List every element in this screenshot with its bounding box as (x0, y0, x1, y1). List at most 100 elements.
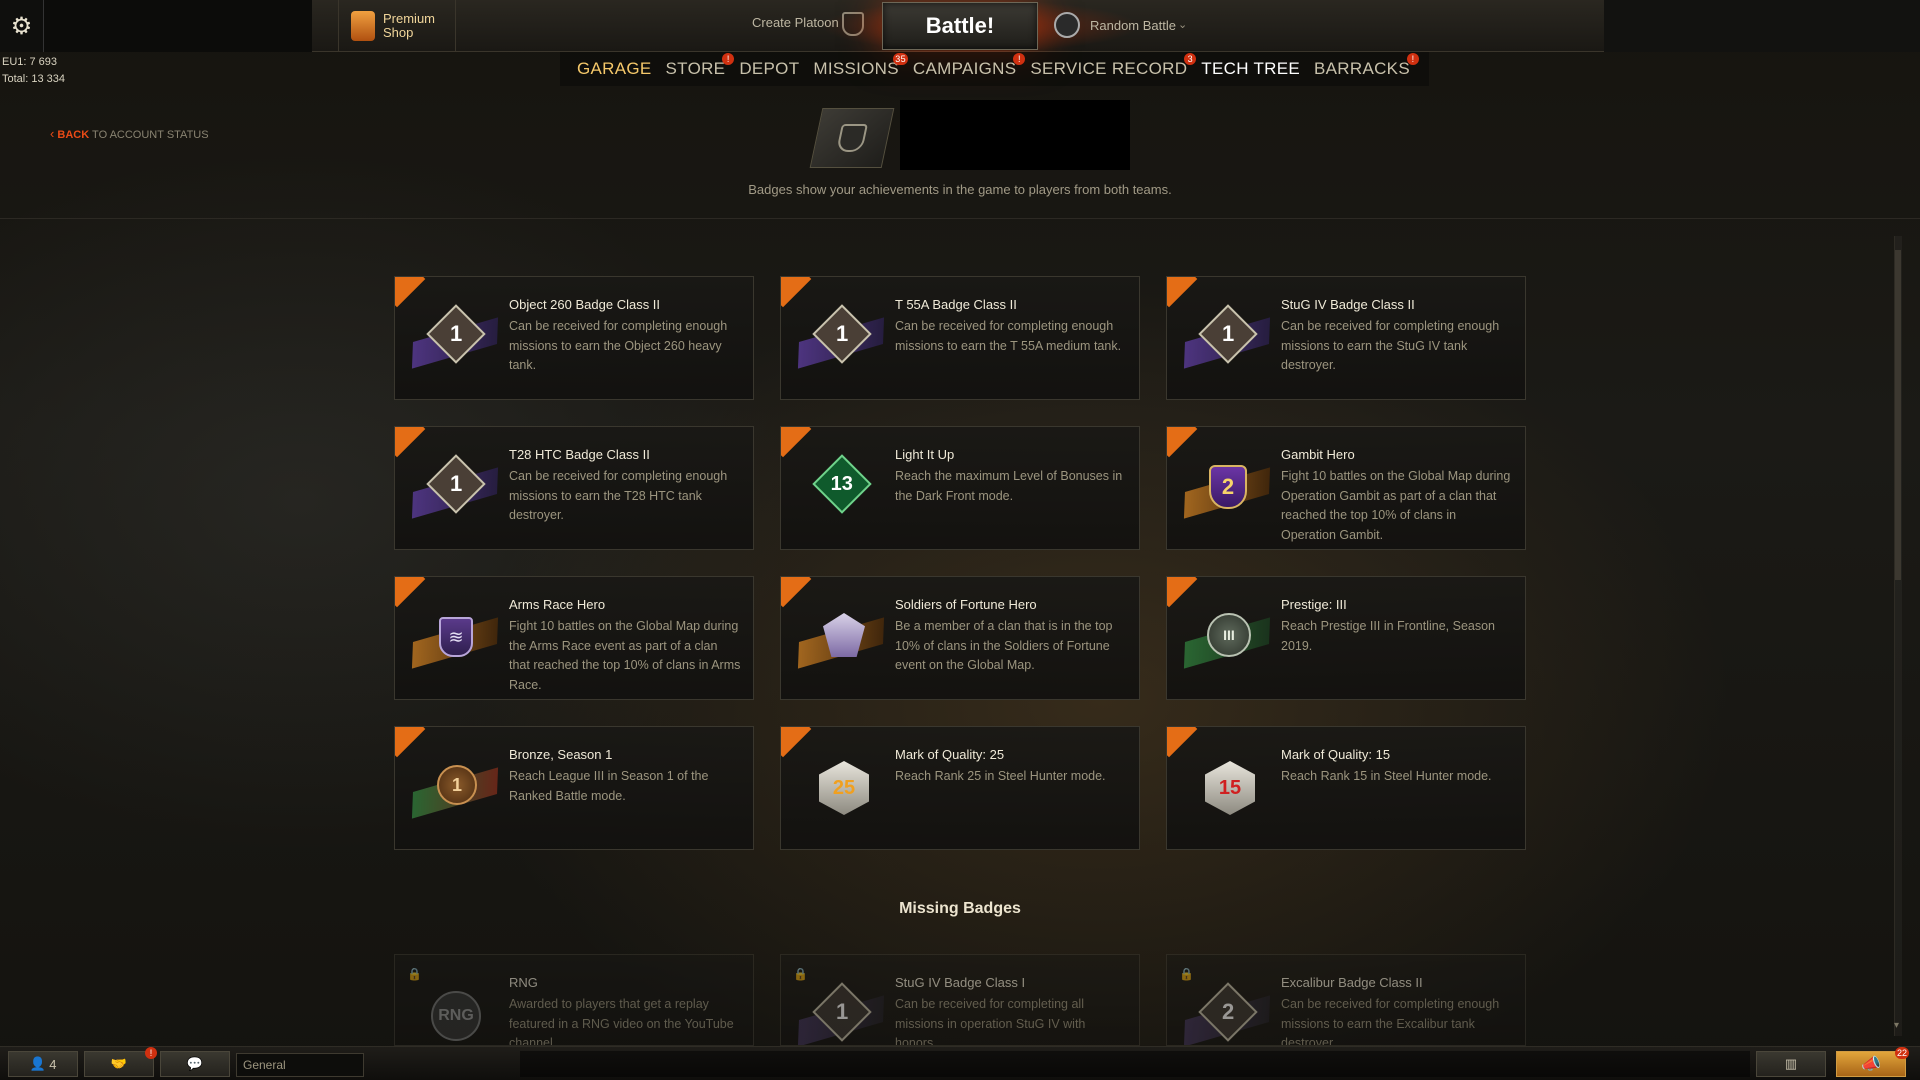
badge-card[interactable]: 13 Light It Up Reach the maximum Level o… (780, 426, 1140, 550)
badge-description: Can be received for completing enough mi… (1281, 997, 1500, 1046)
badge-description: Can be received for completing all missi… (895, 997, 1086, 1046)
badge-title: Object 260 Badge Class II (509, 297, 661, 312)
badge-title: Mark of Quality: 25 (895, 747, 1005, 762)
chat-channel-field[interactable]: General (236, 1053, 364, 1077)
badge-banner-icon (809, 108, 895, 168)
badge-description: Awarded to players that get a replay fea… (509, 997, 734, 1046)
friends-count: 4 (49, 1056, 57, 1072)
tab-barracks[interactable]: Barracks! (1307, 53, 1419, 79)
premium-shop-button[interactable]: Premium Shop (338, 0, 456, 52)
badge-description: Reach League III in Season 1 of the Rank… (509, 769, 709, 803)
badge-description: Can be received for completing enough mi… (1281, 319, 1500, 372)
badges-description: Badges show your achievements in the gam… (748, 182, 1172, 197)
chevron-down-icon[interactable]: ⌄ (1178, 18, 1187, 31)
tab-depot[interactable]: Depot (732, 59, 806, 79)
badge-number: 15 (1218, 776, 1242, 799)
badge-card[interactable]: 15 Mark of Quality: 15 Reach Rank 15 in … (1166, 726, 1526, 850)
tab-label: Barracks (1314, 59, 1410, 78)
badge-number: 1 (437, 765, 477, 805)
tab-label: Store (665, 59, 726, 78)
badge-description: Reach Rank 15 in Steel Hunter mode. (1281, 769, 1492, 783)
class-badge-icon: 1 (411, 449, 499, 529)
tab-service-record[interactable]: Service Record 3 (1023, 53, 1197, 79)
badge-number: 1 (449, 471, 463, 496)
green-diamond-icon: 13 (801, 449, 881, 529)
topbar-right-area (1604, 0, 1920, 52)
badge-card[interactable]: ≋ Arms Race Hero Fight 10 battles on the… (394, 576, 754, 700)
claw-shield-icon: ≋ (411, 599, 499, 679)
stats-button[interactable]: ▥ (1756, 1051, 1826, 1077)
scroll-down-icon[interactable]: ▾ (1894, 1020, 1906, 1032)
badge-description: Reach the maximum Level of Bonuses in th… (895, 469, 1123, 503)
badge-card[interactable]: 1 StuG IV Badge Class II Can be received… (1166, 276, 1526, 400)
bronze-league-icon: 1 (411, 749, 499, 829)
badge-title: T 55A Badge Class II (895, 297, 1017, 312)
badge-description: Fight 10 battles on the Global Map durin… (1281, 469, 1511, 542)
settings-gear-icon[interactable]: ⚙ (0, 0, 44, 52)
badge-card[interactable]: 1 Object 260 Badge Class II Can be recei… (394, 276, 754, 400)
notifications-button[interactable]: 📣 22 (1836, 1047, 1909, 1077)
clan-button[interactable]: 🤝 ! (84, 1047, 157, 1077)
scrollbar-thumb[interactable] (1895, 250, 1901, 580)
bottom-bar: 👤 4 🤝 ! 💬 General ▥ 📣 22 (0, 1046, 1920, 1080)
badge-number: 1 (1221, 321, 1235, 346)
badge-title: RNG (509, 975, 538, 990)
selected-badge-slot (900, 100, 1130, 170)
badge-number: 2 (1221, 474, 1235, 499)
badge-card[interactable]: Soldiers of Fortune Hero Be a member of … (780, 576, 1140, 700)
badge-number: 25 (832, 776, 856, 799)
back-label: BACK (57, 129, 90, 141)
mark-of-quality-icon: 25 (801, 749, 881, 829)
badge-card[interactable]: 1 Bronze, Season 1 Reach League III in S… (394, 726, 754, 850)
eu1-stat: EU1: 7 693 (2, 56, 58, 68)
battle-button[interactable]: Battle! (882, 2, 1038, 50)
badge-card[interactable]: III Prestige: III Reach Prestige III in … (1166, 576, 1526, 700)
badge-title: StuG IV Badge Class II (1281, 297, 1415, 312)
tab-campaigns[interactable]: Campaigns! (906, 53, 1026, 79)
megaphone-icon: 📣 (1861, 1056, 1881, 1073)
badge-number: III (1207, 613, 1251, 657)
shield-2-icon: 2 (1183, 449, 1271, 529)
badge-number: 13 (830, 472, 854, 495)
chat-button[interactable]: 💬 (160, 1051, 230, 1077)
mark-of-quality-icon: 15 (1187, 749, 1267, 829)
back-link[interactable]: ‹ BACK TO ACCOUNT STATUS (50, 126, 209, 141)
account-stats-panel (44, 0, 312, 52)
divider (0, 218, 1920, 219)
battle-mode-select[interactable]: Random Battle (1090, 18, 1176, 33)
tab-garage[interactable]: Garage (570, 59, 659, 79)
tab-label: Garage (577, 59, 652, 78)
tab-label: Missions (813, 59, 899, 78)
back-target: TO ACCOUNT STATUS (92, 129, 209, 141)
tab-missions[interactable]: Missions 35 (806, 53, 908, 79)
tab-label: Depot (739, 59, 800, 78)
top-bar: ⚙ Premium Shop Create Platoon Battle! Ran… (0, 0, 1604, 52)
rng-badge-icon: RNG (415, 977, 495, 1045)
badge-description: Reach Rank 25 in Steel Hunter mode. (895, 769, 1106, 783)
missing-badge-card[interactable]: 🔒 RNG RNG Awarded to players that get a … (394, 954, 754, 1046)
missing-badge-card[interactable]: 🔒 2 Excalibur Badge Class II Can be rece… (1166, 954, 1526, 1046)
winged-emblem-icon (797, 599, 885, 679)
battle-mode-icon[interactable] (1054, 12, 1080, 38)
tab-tech-tree[interactable]: Tech Tree (1194, 59, 1307, 79)
badge-description: Be a member of a clan that is in the top… (895, 619, 1113, 672)
notification-badge: 22 (1894, 1047, 1909, 1059)
badge-number: RNG (431, 991, 481, 1041)
prestige-emblem-icon: III (1183, 599, 1271, 679)
badge-title: StuG IV Badge Class I (895, 975, 1026, 990)
tab-store[interactable]: Store! (659, 53, 735, 79)
badge-card[interactable]: 1 T28 HTC Badge Class II Can be received… (394, 426, 754, 550)
missing-badges-heading: Missing Badges (899, 900, 1021, 917)
badge-card[interactable]: 1 T 55A Badge Class II Can be received f… (780, 276, 1140, 400)
badge-title: Excalibur Badge Class II (1281, 975, 1423, 990)
badge-card[interactable]: 2 Gambit Hero Fight 10 battles on the Gl… (1166, 426, 1526, 550)
tab-label: Campaigns (912, 59, 1017, 78)
shopping-bag-icon (351, 11, 375, 41)
premium-label-line2: Shop (383, 25, 414, 40)
badge-description: Reach Prestige III in Frontline, Season … (1281, 619, 1496, 653)
badge-number: 1 (449, 321, 463, 346)
friends-button[interactable]: 👤 4 (8, 1051, 78, 1077)
class-badge-icon: 1 (1183, 299, 1271, 379)
badge-card[interactable]: 25 Mark of Quality: 25 Reach Rank 25 in … (780, 726, 1140, 850)
missing-badge-card[interactable]: 🔒 1 StuG IV Badge Class I Can be receive… (780, 954, 1140, 1046)
